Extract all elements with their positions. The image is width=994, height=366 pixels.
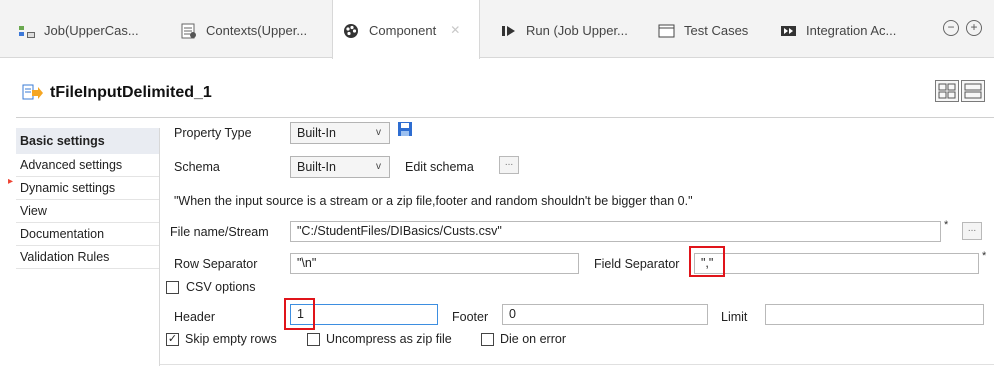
property-type-label: Property Type — [174, 126, 252, 140]
schema-select[interactable]: Built-In v — [290, 156, 390, 178]
uncompress-label: Uncompress as zip file — [326, 332, 452, 346]
tab-test-cases-label: Test Cases — [684, 23, 749, 38]
tab-test-cases[interactable]: Test Cases — [658, 0, 748, 58]
schema-value: Built-In — [297, 160, 336, 174]
nav-validation-rules[interactable]: Validation Rules — [16, 246, 159, 269]
tab-job[interactable]: Job(UpperCas... — [18, 0, 139, 58]
row-separator-input[interactable]: "\n" — [290, 253, 579, 274]
maximize-icon[interactable]: + — [966, 20, 982, 36]
nav-basic-settings[interactable]: Basic settings — [16, 128, 159, 154]
minimize-icon[interactable]: − — [943, 20, 959, 36]
chevron-down-icon: v — [376, 161, 381, 172]
tab-run[interactable]: Run (Job Upper... — [500, 0, 628, 58]
header-divider — [16, 117, 994, 118]
grid-layout-icon[interactable] — [935, 80, 959, 102]
file-name-input[interactable]: "C:/StudentFiles/DIBasics/Custs.csv" — [290, 221, 941, 242]
form-bottom-divider — [160, 364, 994, 365]
contexts-icon — [180, 23, 198, 39]
tab-component[interactable]: Component ✕ — [332, 0, 480, 59]
file-name-label: File name/Stream — [170, 225, 269, 239]
tab-job-label: Job(UpperCas... — [44, 23, 139, 38]
list-layout-icon[interactable] — [961, 80, 985, 102]
chevron-down-icon: v — [376, 127, 381, 138]
nav-documentation[interactable]: Documentation — [16, 223, 159, 246]
field-separator-input[interactable]: "," — [694, 253, 979, 274]
required-mark: * — [982, 250, 987, 262]
uncompress-checkbox[interactable] — [307, 333, 320, 346]
limit-label: Limit — [721, 310, 748, 324]
tab-integration-label: Integration Ac... — [806, 23, 897, 38]
csv-options-checkbox[interactable] — [166, 281, 179, 294]
test-cases-icon — [658, 23, 676, 39]
close-icon[interactable]: ✕ — [450, 23, 460, 37]
tab-contexts[interactable]: Contexts(Upper... — [180, 0, 307, 58]
settings-nav: Basic settings Advanced settings Dynamic… — [16, 128, 159, 366]
required-mark: * — [944, 219, 949, 231]
row-separator-label: Row Separator — [174, 257, 258, 271]
field-separator-label: Field Separator — [594, 257, 680, 271]
nav-advanced-settings[interactable]: Advanced settings — [16, 154, 159, 177]
tab-contexts-label: Contexts(Upper... — [206, 23, 308, 38]
file-input-delimited-icon — [22, 83, 44, 103]
component-title: tFileInputDelimited_1 — [22, 82, 212, 104]
tab-component-label: Component — [369, 23, 437, 38]
property-type-value: Built-In — [297, 126, 336, 140]
edit-schema-label: Edit schema — [405, 160, 474, 174]
die-on-error-label: Die on error — [500, 332, 566, 346]
property-type-select[interactable]: Built-In v — [290, 122, 390, 144]
component-icon — [343, 23, 361, 39]
run-icon — [500, 23, 518, 39]
footer-label: Footer — [452, 310, 489, 324]
limit-input[interactable] — [765, 304, 984, 325]
integration-icon — [780, 23, 798, 39]
editor-tab-bar: Job(UpperCas... Contexts(Upper... Compon… — [0, 0, 994, 59]
save-icon[interactable] — [397, 121, 413, 137]
header-label: Header — [174, 310, 215, 324]
decorative-mark: ▸ — [8, 176, 14, 187]
csv-options-label: CSV options — [186, 280, 256, 294]
nav-divider — [159, 128, 160, 366]
footer-input[interactable]: 0 — [502, 304, 708, 325]
edit-schema-button[interactable]: ... — [499, 156, 519, 174]
die-on-error-checkbox[interactable] — [481, 333, 494, 346]
tab-integration[interactable]: Integration Ac... — [780, 0, 896, 58]
stream-note: "When the input source is a stream or a … — [174, 194, 693, 208]
nav-view[interactable]: View — [16, 200, 159, 223]
component-name: tFileInputDelimited_1 — [50, 84, 212, 101]
job-icon — [18, 23, 36, 39]
nav-dynamic-settings[interactable]: Dynamic settings — [16, 177, 159, 200]
field-separator-highlight — [689, 246, 725, 277]
skip-empty-rows-label: Skip empty rows — [185, 332, 277, 346]
header-highlight — [284, 298, 315, 330]
schema-label: Schema — [174, 160, 220, 174]
tab-run-label: Run (Job Upper... — [526, 23, 628, 38]
skip-empty-rows-checkbox[interactable]: ✓ — [166, 333, 179, 346]
browse-file-button[interactable]: ... — [962, 222, 982, 240]
